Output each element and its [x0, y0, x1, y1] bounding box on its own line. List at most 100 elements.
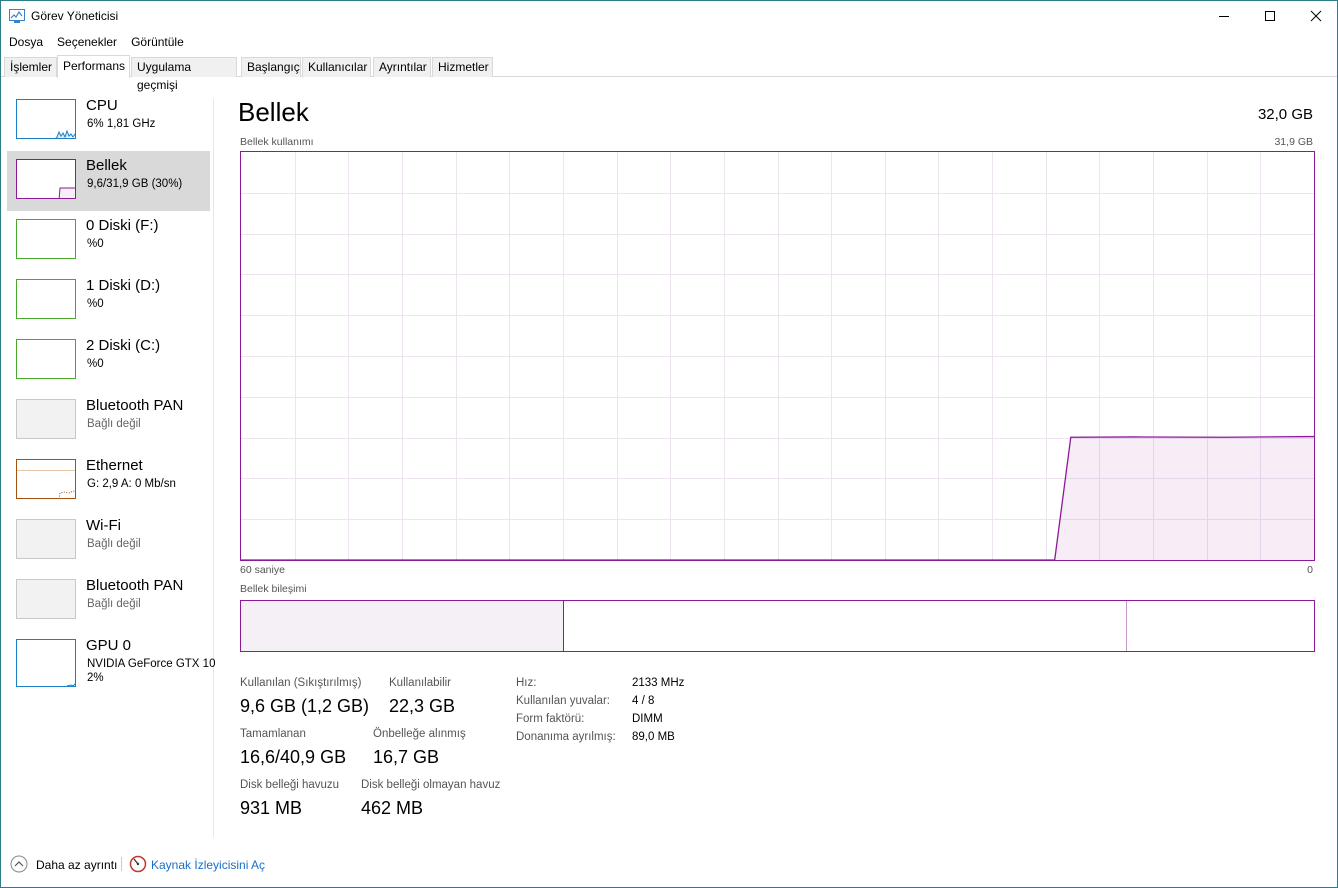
window-title: Görev Yöneticisi [31, 9, 119, 23]
sidebar-item-title: GPU 0 [86, 637, 132, 654]
network-thumbnail-graph [16, 519, 76, 559]
cached-value: 16,7 GB [373, 747, 440, 767]
sidebar-item-subtitle: 9,6/31,9 GB (30%) [87, 178, 183, 190]
sidebar-item-title: Ethernet [86, 457, 143, 474]
memory-total: 32,0 GB [1257, 106, 1313, 123]
available-value: 22,3 GB [389, 696, 456, 716]
sidebar-item-subtitle: Bağlı değil [87, 598, 141, 610]
maximize-button[interactable] [1247, 1, 1293, 31]
memory-composition-bar [240, 600, 1315, 652]
gpu-thumbnail-graph [16, 639, 76, 687]
sidebar-item-title: 2 Diski (C:) [86, 337, 161, 354]
sidebar-item-subtitle: NVIDIA GeForce GTX 107 [87, 658, 215, 670]
tab-users[interactable]: Kullanıcılar [302, 57, 371, 77]
sidebar-item-cpu[interactable]: CPU 6% 1,81 GHz [7, 91, 210, 151]
cached-label: Önbelleğe alınmış [373, 728, 466, 740]
cpu-thumbnail-graph [16, 99, 76, 139]
disk-thumbnail-graph [16, 339, 76, 379]
usage-graph-label: Bellek kullanımı [240, 136, 314, 148]
sidebar-item-subtitle: G: 2,9 A: 0 Mb/sn [87, 478, 176, 490]
task-manager-window: Görev Yöneticisi Dosya Seçenekler Görünt… [0, 0, 1338, 888]
committed-label: Tamamlanan [240, 728, 306, 740]
tab-bar: İşlemler Performans Uygulama geçmişi Baş… [1, 55, 1337, 92]
disk-thumbnail-graph [16, 219, 76, 259]
tab-processes[interactable]: İşlemler [4, 57, 57, 77]
sidebar-item-bluetooth-pan[interactable]: Bluetooth PAN Bağlı değil [7, 391, 210, 451]
minimize-button[interactable] [1201, 1, 1247, 31]
composition-in-use[interactable] [241, 601, 564, 651]
sidebar-item-title: Wi-Fi [86, 517, 121, 534]
sidebar-item-title: Bluetooth PAN [86, 577, 184, 594]
sidebar-item-title: Bluetooth PAN [86, 397, 184, 414]
memory-thumbnail-graph [16, 159, 76, 199]
page-title: Bellek [238, 97, 309, 127]
composition-label: Bellek bileşimi [240, 583, 307, 595]
footer-separator [121, 857, 122, 871]
fewer-details-button[interactable]: Daha az ayrıntı [36, 858, 117, 872]
tab-services[interactable]: Hizmetler [432, 57, 493, 77]
paged-pool-value: 931 MB [240, 798, 303, 818]
sidebar-item-subtitle: %0 [87, 358, 104, 370]
maximize-icon [1265, 11, 1275, 21]
hardware-reserved-value: 89,0 MB [632, 731, 675, 743]
sidebar-item-title: Bellek [86, 157, 127, 174]
sidebar-item-subtitle: Bağlı değil [87, 538, 141, 550]
menu-file[interactable]: Dosya [1, 33, 50, 51]
ethernet-thumbnail-graph [16, 459, 76, 499]
sidebar-divider [213, 99, 214, 837]
sidebar-item-subtitle: 6% 1,81 GHz [87, 118, 156, 130]
sidebar-item-wifi[interactable]: Wi-Fi Bağlı değil [7, 511, 210, 571]
close-icon [1310, 10, 1322, 22]
tab-app-history[interactable]: Uygulama geçmişi [131, 57, 237, 92]
sidebar-item-subtitle: %0 [87, 298, 104, 310]
time-zero-label: 0 [1307, 564, 1313, 576]
sidebar-item-disk-f[interactable]: 0 Diski (F:) %0 [7, 211, 210, 271]
sidebar-item-usage: 2% [87, 672, 104, 684]
sidebar-item-gpu[interactable]: GPU 0 NVIDIA GeForce GTX 107 2% [7, 631, 215, 691]
paged-pool-label: Disk belleği havuzu [240, 779, 340, 791]
tab-startup[interactable]: Başlangıç [241, 57, 301, 77]
disk-thumbnail-graph [16, 279, 76, 319]
sidebar-item-disk-d[interactable]: 1 Diski (D:) %0 [7, 271, 210, 331]
sidebar-item-title: 1 Diski (D:) [86, 277, 161, 294]
nonpaged-pool-label: Disk belleği olmayan havuz [361, 779, 501, 791]
minimize-icon [1219, 16, 1229, 17]
chevron-up-circle-icon[interactable] [10, 855, 28, 873]
sidebar-item-bluetooth-pan-2[interactable]: Bluetooth PAN Bağlı değil [7, 571, 210, 631]
sidebar-item-subtitle: %0 [87, 238, 104, 250]
memory-usage-chart [240, 151, 1315, 561]
sidebar-item-ethernet[interactable]: Ethernet G: 2,9 A: 0 Mb/sn [7, 451, 210, 511]
usage-graph-max: 31,9 GB [1274, 136, 1313, 148]
menu-options[interactable]: Seçenekler [50, 33, 124, 51]
speed-value: 2133 MHz [632, 677, 685, 689]
in-use-label: Kullanılan (Sıkıştırılmış) [240, 677, 362, 689]
footer: Daha az ayrıntı Kaynak İzleyicisini Aç [1, 849, 1337, 879]
hardware-reserved-label: Donanıma ayrılmış: [516, 731, 616, 743]
composition-free[interactable] [1128, 601, 1314, 651]
sidebar-item-memory[interactable]: Bellek 9,6/31,9 GB (30%) [7, 151, 210, 211]
form-factor-value: DIMM [632, 713, 663, 725]
committed-value: 16,6/40,9 GB [240, 747, 347, 767]
menu-view[interactable]: Görüntüle [124, 33, 191, 51]
available-label: Kullanılabilir [389, 677, 452, 689]
nonpaged-pool-value: 462 MB [361, 798, 424, 818]
in-use-value: 9,6 GB (1,2 GB) [240, 696, 370, 716]
network-thumbnail-graph [16, 399, 76, 439]
memory-usage-area [241, 436, 1314, 560]
tab-performance[interactable]: Performans [57, 55, 130, 78]
time-window-label: 60 saniye [240, 564, 285, 576]
tab-details[interactable]: Ayrıntılar [373, 57, 431, 77]
open-resource-monitor-link[interactable]: Kaynak İzleyicisini Aç [151, 858, 265, 872]
sidebar-item-title: 0 Diski (F:) [86, 217, 159, 234]
composition-standby[interactable] [565, 601, 1127, 651]
sidebar-item-disk-c[interactable]: 2 Diski (C:) %0 [7, 331, 210, 391]
close-button[interactable] [1293, 1, 1338, 31]
slots-used-label: Kullanılan yuvalar: [516, 695, 610, 707]
sidebar-item-title: CPU [86, 97, 118, 114]
network-thumbnail-graph [16, 579, 76, 619]
speed-label: Hız: [516, 677, 537, 689]
title-bar: Görev Yöneticisi [1, 1, 1337, 31]
resource-monitor-icon [129, 855, 147, 873]
task-manager-app-icon [9, 9, 25, 23]
form-factor-label: Form faktörü: [516, 713, 585, 725]
